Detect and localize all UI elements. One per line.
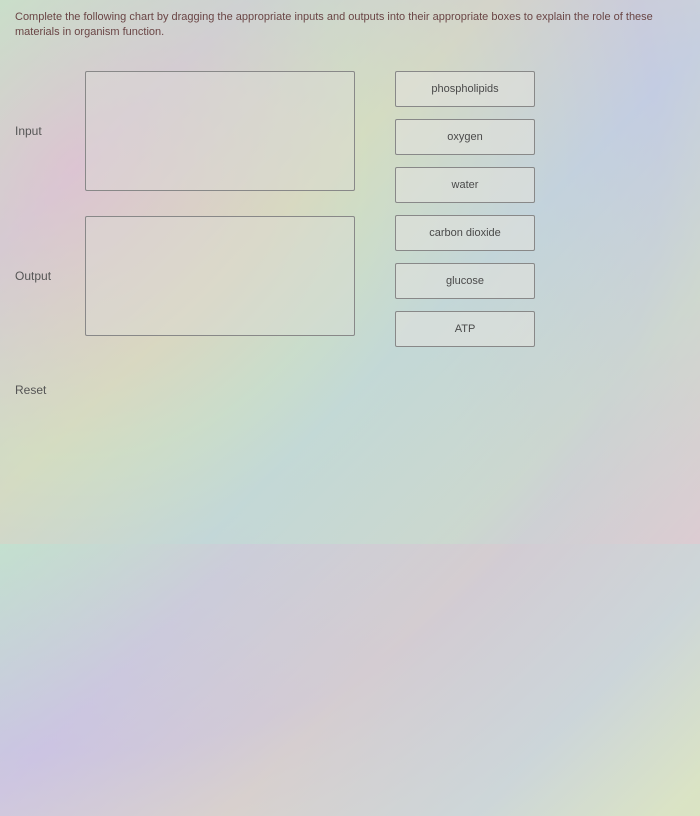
- input-row: Input: [15, 71, 355, 191]
- output-label: Output: [15, 269, 85, 283]
- input-label: Input: [15, 124, 85, 138]
- output-row: Output: [15, 216, 355, 336]
- output-drop-box[interactable]: [85, 216, 355, 336]
- reset-area: Reset: [15, 381, 355, 399]
- main-area: Input Output Reset phospholipids oxygen …: [15, 71, 685, 399]
- drag-item-atp[interactable]: ATP: [395, 311, 535, 347]
- input-drop-box[interactable]: [85, 71, 355, 191]
- reset-button[interactable]: Reset: [15, 383, 46, 397]
- instructions-text: Complete the following chart by dragging…: [15, 10, 685, 41]
- drag-item-carbon-dioxide[interactable]: carbon dioxide: [395, 215, 535, 251]
- left-column: Input Output Reset: [15, 71, 355, 399]
- drag-item-glucose[interactable]: glucose: [395, 263, 535, 299]
- drag-item-phospholipids[interactable]: phospholipids: [395, 71, 535, 107]
- draggable-items-column: phospholipids oxygen water carbon dioxid…: [395, 71, 535, 399]
- drag-item-oxygen[interactable]: oxygen: [395, 119, 535, 155]
- drag-item-water[interactable]: water: [395, 167, 535, 203]
